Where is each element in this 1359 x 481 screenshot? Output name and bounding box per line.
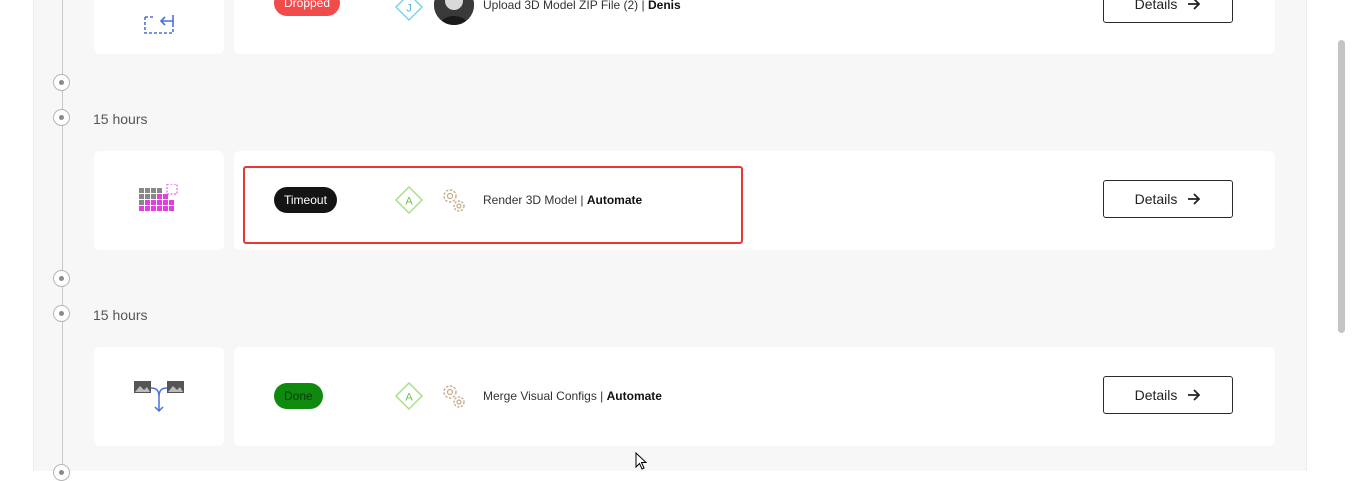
task-row: Dropped J Upload 3D Model ZIP File (2) |… (234, 0, 1275, 54)
arrow-right-icon (1188, 389, 1201, 401)
timeline-line (62, 0, 63, 471)
render-grid-icon (139, 183, 178, 211)
timeline-node (53, 109, 70, 126)
task-icon-card (94, 0, 224, 54)
details-label: Details (1134, 387, 1178, 403)
arrow-right-icon (1188, 0, 1201, 10)
timeline-node (53, 270, 70, 287)
upload-file-icon (144, 14, 174, 34)
highlight-box (243, 166, 743, 244)
timeline-node (53, 74, 70, 91)
mouse-cursor-icon (635, 452, 648, 470)
timeline-node (53, 464, 70, 481)
details-button[interactable]: Details (1103, 180, 1233, 218)
task-label: Upload 3D Model ZIP File (2) | Denis (483, 0, 681, 12)
status-badge: Dropped (274, 0, 341, 16)
elapsed-time: 15 hours (93, 111, 148, 127)
actor-diamond-icon: J (394, 0, 424, 22)
svg-text:A: A (405, 392, 413, 404)
merge-images-icon (134, 380, 184, 412)
task-label: Merge Visual Configs | Automate (483, 389, 662, 403)
task-icon-card (94, 347, 224, 446)
arrow-right-icon (1188, 193, 1201, 205)
avatar (434, 0, 474, 25)
details-button[interactable]: Details (1103, 0, 1233, 23)
elapsed-time: 15 hours (93, 307, 148, 323)
task-icon-card (94, 151, 224, 250)
details-label: Details (1134, 191, 1178, 207)
timeline-node (53, 305, 70, 322)
svg-text:J: J (406, 3, 412, 15)
details-button[interactable]: Details (1103, 376, 1233, 414)
actor-diamond-icon: A (394, 381, 424, 411)
details-label: Details (1134, 0, 1178, 12)
gears-icon (443, 385, 465, 408)
scrollbar-thumb[interactable] (1338, 40, 1345, 333)
status-badge: Done (274, 383, 323, 409)
task-row: Done A Merge Visual Configs | Automate D… (234, 347, 1275, 446)
